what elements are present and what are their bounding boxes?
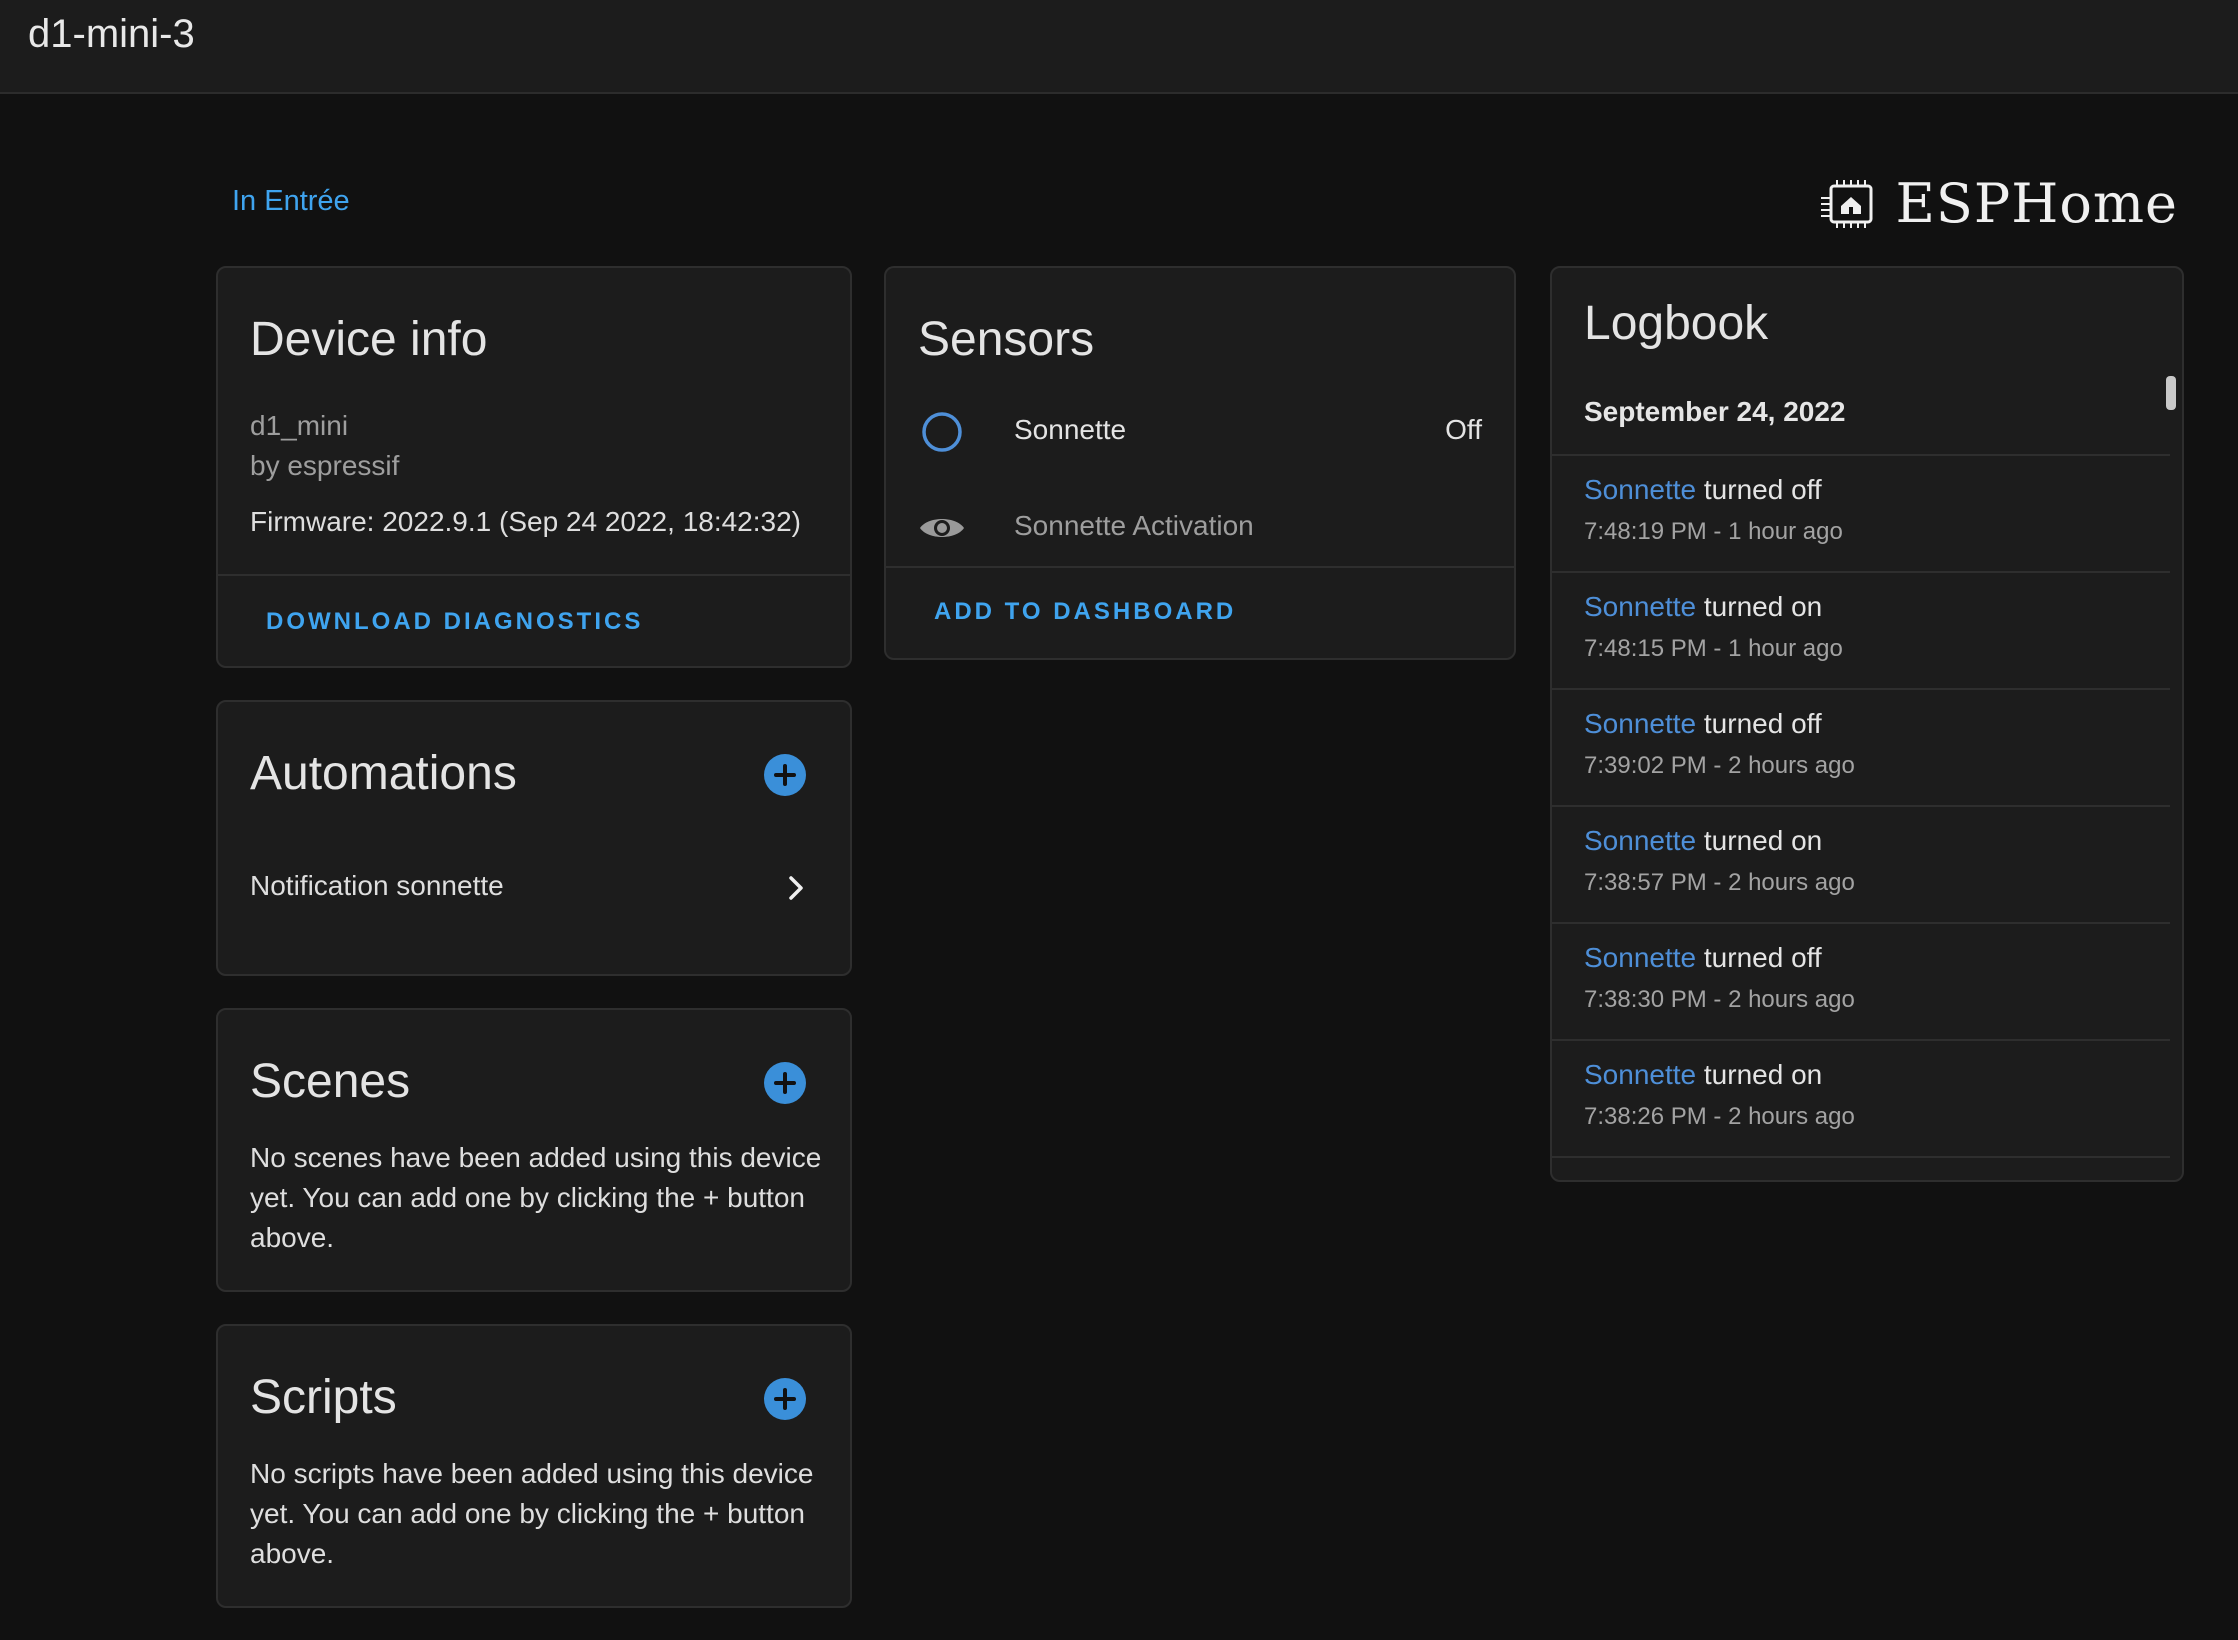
download-diagnostics-button[interactable]: DOWNLOAD DIAGNOSTICS [266, 608, 643, 636]
integration-brand[interactable]: ESPHome [1817, 172, 2178, 235]
add-automation-button[interactable] [764, 754, 806, 796]
sensor-state: Off [1445, 414, 1482, 445]
logbook-title: Logbook [1584, 297, 1769, 350]
logbook-entity-link[interactable]: Sonnette [1584, 708, 1696, 739]
logbook-time: 7:38:26 PM - 2 hours ago [1584, 1103, 1855, 1130]
esphome-chip-icon [1821, 179, 1873, 228]
device-firmware: Firmware: 2022.9.1 (Sep 24 2022, 18:42:3… [250, 506, 802, 537]
automation-item-label: Notification sonnette [250, 870, 504, 901]
automations-title: Automations [250, 747, 517, 800]
sensor-name: Sonnette Activation [1014, 510, 1254, 541]
scripts-title: Scripts [250, 1371, 397, 1424]
logbook-entity-link[interactable]: Sonnette [1584, 591, 1696, 622]
logbook-message: turned on [1703, 591, 1823, 622]
logbook-entry: Sonnette turned off 7:39:02 PM - 2 hours… [1552, 688, 2170, 805]
automations-card: Automations Notification sonnette [216, 700, 852, 976]
logbook-entity-link[interactable]: Sonnette [1584, 942, 1696, 973]
device-model: d1_mini [250, 410, 349, 441]
plus-icon [774, 1388, 796, 1410]
sensor-row[interactable]: Sonnette Activation [886, 496, 1514, 560]
logbook-message: turned off [1703, 708, 1822, 739]
automation-list-item[interactable]: Notification sonnette [218, 852, 850, 924]
logbook-date-header: September 24, 2022 [1584, 396, 1846, 427]
logbook-entity-link[interactable]: Sonnette [1584, 474, 1696, 505]
page-title: d1-mini-3 [28, 12, 195, 56]
sensor-name: Sonnette [1014, 414, 1127, 445]
circle-outline-icon [922, 412, 962, 452]
logbook-entry: Sonnette turned on 7:38:57 PM - 2 hours … [1552, 805, 2170, 922]
add-scene-button[interactable] [764, 1062, 806, 1104]
logbook-message: turned on [1703, 1059, 1823, 1090]
logbook-time: 7:39:02 PM - 2 hours ago [1584, 752, 1855, 779]
scenes-title: Scenes [250, 1055, 411, 1108]
top-app-bar: d1-mini-3 [0, 0, 2238, 94]
logbook-time: 7:48:15 PM - 1 hour ago [1584, 635, 1843, 662]
chevron-right-icon [789, 876, 803, 900]
sensors-card: Sensors Sonnette Off Sonnette Activation… [884, 266, 1516, 660]
logbook-divider [1552, 1156, 2170, 1158]
scenes-empty-text: No scenes have been added using this dev… [250, 1142, 822, 1253]
logbook-message: turned off [1703, 474, 1822, 505]
scripts-card: Scripts No scripts have been added using… [216, 1324, 852, 1608]
card-divider [886, 566, 1514, 568]
logbook-entry: Sonnette turned on 7:48:15 PM - 1 hour a… [1552, 571, 2170, 688]
eye-icon [920, 519, 964, 537]
logbook-entity-link[interactable]: Sonnette [1584, 1059, 1696, 1090]
logbook-message: turned on [1703, 825, 1823, 856]
logbook-message: turned off [1703, 942, 1822, 973]
card-divider [218, 574, 850, 576]
scripts-empty-text: No scripts have been added using this de… [250, 1458, 814, 1569]
add-script-button[interactable] [764, 1378, 806, 1420]
scenes-card: Scenes No scenes have been added using t… [216, 1008, 852, 1292]
device-info-title: Device info [250, 313, 488, 366]
sensor-row[interactable]: Sonnette Off [886, 400, 1514, 464]
logbook-card: Logbook September 24, 2022 Sonnette turn… [1550, 266, 2184, 1182]
logbook-entity-link[interactable]: Sonnette [1584, 825, 1696, 856]
logbook-time: 7:38:30 PM - 2 hours ago [1584, 986, 1855, 1013]
sensors-title: Sensors [918, 313, 1095, 366]
device-manufacturer: by espressif [250, 450, 400, 481]
logbook-time: 7:38:57 PM - 2 hours ago [1584, 869, 1855, 896]
logbook-scrollbar[interactable] [2166, 376, 2176, 410]
logbook-entry: Sonnette turned off 7:48:19 PM - 1 hour … [1552, 454, 2170, 571]
plus-icon [774, 764, 796, 786]
logbook-entry: Sonnette turned on 7:38:26 PM - 2 hours … [1552, 1039, 2170, 1156]
area-link[interactable]: In Entrée [232, 185, 350, 218]
device-info-card: Device info d1_mini by espressif Firmwar… [216, 266, 852, 668]
brand-name: ESPHome [1895, 172, 2178, 235]
add-to-dashboard-button[interactable]: ADD TO DASHBOARD [934, 598, 1236, 626]
plus-icon [774, 1072, 796, 1094]
logbook-entry: Sonnette turned off 7:38:30 PM - 2 hours… [1552, 922, 2170, 1039]
logbook-time: 7:48:19 PM - 1 hour ago [1584, 518, 1843, 545]
